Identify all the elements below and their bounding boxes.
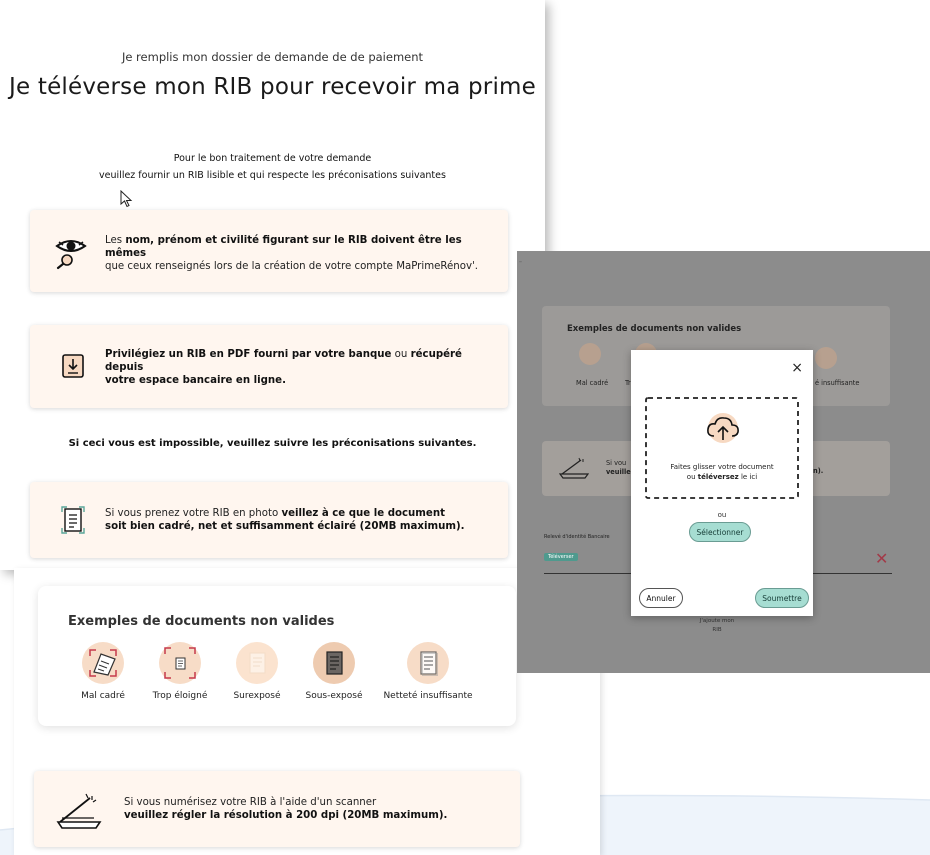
close-icon[interactable]: × [791,360,803,376]
eye-magnifier-icon [54,234,90,270]
badly-framed-icon [82,642,124,684]
pdf-rib-card: Privilégiez un RIB en PDF fourni par vot… [30,325,508,408]
overlay-bottom-line1: J'ajoute mon [699,618,735,624]
dropzone-line2-post: le ici [738,473,758,481]
screenshot-collage: Je remplis mon dossier de demande de de … [0,0,930,855]
overlay-label-2: Tr [625,379,631,387]
overlay-bottom-label: J'ajoute mon RIB [677,617,757,635]
pdf-download-icon [60,353,86,379]
overlay-example-icon-1 [579,343,601,365]
submit-button[interactable]: Soumettre [755,588,809,608]
overlay-example-icon-5 [815,347,837,369]
dropzone-line1: Faites glisser votre document [670,463,774,471]
card1-text-post: que ceux renseignés lors de la création … [105,261,479,272]
overlay-upload-tag[interactable]: Téléverser [544,553,578,561]
card3-text-bold1: veillez à ce que le document [281,508,445,519]
overlay-label-5: é insuffisante [815,379,860,387]
or-text: ou [717,511,727,519]
example-underexposed: Sous-exposé [284,642,384,701]
fallback-note: Si ceci vous est impossible, veuillez su… [68,438,477,449]
card4-text-bold: veuillez régler la résolution à 200 dpi … [124,810,448,821]
framed-document-icon [60,506,86,534]
dropzone-line2-bold: téléversez [697,473,739,481]
overlay-field-label: Relevé d'identité Bancaire [544,534,610,540]
card3-text-bold2: soit bien cadré, net et suffisamment écl… [105,521,465,532]
examples-screenshot: Exemples de documents non valides Mal ca… [14,568,600,855]
overlay-card-line1: Si vou [606,459,627,467]
overlay-edge-mark: ¨ [519,261,522,268]
card1-text-bold: nom, prénom et civilité figurant sur le … [105,235,462,259]
dropzone-line2-pre: ou [686,473,698,481]
underexposed-icon [313,642,355,684]
overlay-examples-title: Exemples de documents non valides [567,324,742,334]
intro-line-1: Pour le bon traitement de votre demande [173,153,372,164]
select-file-button[interactable]: Sélectionner [689,522,751,542]
name-match-card: Les nom, prénom et civilité figurant sur… [30,210,508,292]
scanner-icon [56,787,102,831]
overlay-card-end: n). [813,467,824,475]
example-blurry: Netteté insuffisante [378,642,478,701]
card3-text-pre: Si vous prenez votre RIB en photo [105,508,282,519]
blurry-icon [407,642,449,684]
overlay-label-1: Mal cadré [576,379,609,387]
card2-text-bold3: votre espace bancaire en ligne. [105,375,286,386]
cloud-upload-icon [707,413,739,443]
upload-modal: × Faites glisser votre document ou télév… [631,350,813,616]
card2-text-mid: ou [391,349,411,360]
page-title: Je téléverse mon RIB pour recevoir ma pr… [9,74,536,100]
card1-text-pre: Les [105,235,126,246]
card4-text-line1: Si vous numérisez votre RIB à l'aide d'u… [124,797,377,808]
overlay-bottom-line2: RIB [712,627,722,633]
example-label-5: Netteté insuffisante [383,691,473,701]
intro-line-2: veuillez fournir un RIB lisible et qui r… [99,170,446,181]
examples-title: Exemples de documents non valides [68,614,335,629]
remove-file-icon[interactable]: ✕ [875,551,888,567]
rib-upload-page: Je remplis mon dossier de demande de de … [0,0,545,570]
overlay-card-line2: veuille [606,468,631,476]
intro-text: Pour le bon traitement de votre demande … [0,150,545,184]
card2-text-bold1: Privilégiez un RIB en PDF fourni par vot… [105,349,392,360]
too-far-icon [159,642,201,684]
example-label-4: Sous-exposé [305,691,363,701]
photo-rib-card: Si vous prenez votre RIB en photo veille… [30,482,508,558]
mouse-cursor-icon [120,190,133,208]
upload-modal-screenshot: ¨ Exemples de documents non valides Mal … [517,251,930,673]
cancel-button[interactable]: Annuler [639,588,683,608]
overlay-scanner-icon [559,457,589,479]
overexposed-icon [236,642,278,684]
page-subtitle: Je remplis mon dossier de demande de de … [121,50,424,64]
dropzone-text: Faites glisser votre document ou téléver… [649,462,795,482]
scanner-rib-card: Si vous numérisez votre RIB à l'aide d'u… [34,771,520,847]
